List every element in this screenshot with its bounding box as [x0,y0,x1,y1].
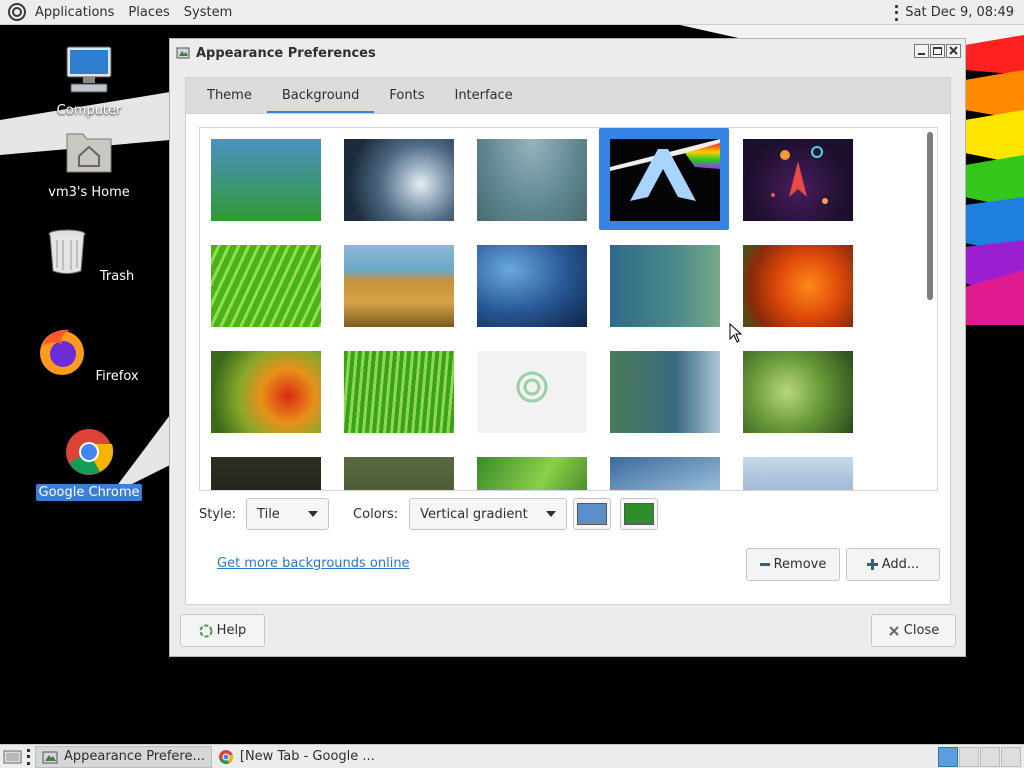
wallpaper-thumbnail[interactable] [344,245,454,327]
desktop-icon-label: Trash [99,269,135,284]
help-icon [199,624,213,637]
top-panel: Applications Places System Sat Dec 9, 08… [0,0,1024,25]
show-desktop-icon[interactable] [3,748,23,766]
wallpaper-thumbnail[interactable] [344,139,454,221]
secondary-color-swatch [624,503,655,525]
desktop-icon-firefox[interactable]: Firefox [34,326,144,385]
style-value: Tile [257,506,280,522]
desktop-icon-google-chrome[interactable]: Google Chrome [34,426,144,501]
wallpaper-thumbnail[interactable] [211,139,321,221]
wallpaper-thumbnail[interactable] [610,351,720,433]
minus-icon [759,563,770,566]
close-label: Close [903,623,940,638]
chrome-icon [66,429,114,475]
colors-value: Vertical gradient [420,506,528,522]
appearance-preferences-dialog: Appearance Preferences Theme Background … [169,38,966,657]
appearance-icon [42,751,58,763]
primary-color-swatch [577,503,608,525]
wallpaper-thumbnail[interactable] [610,457,720,490]
wallpaper-thumbnail[interactable] [211,457,321,490]
workspace-3[interactable] [980,747,1000,767]
desktop-icon-label: Google Chrome [35,484,143,501]
workspace-4[interactable] [1001,747,1021,767]
mouse-cursor-icon [729,323,743,343]
distro-logo-icon[interactable] [8,3,26,21]
close-button[interactable]: Close [871,614,956,647]
dialog-title: Appearance Preferences [196,45,376,61]
wallpaper-thumbnail[interactable] [477,351,587,433]
get-more-backgrounds-link[interactable]: Get more backgrounds online [217,556,410,571]
primary-color-button[interactable] [573,498,612,530]
remove-button[interactable]: Remove [746,548,840,581]
desktop-icon-home[interactable]: vm3's Home [34,126,144,201]
style-dropdown[interactable]: Tile [246,498,330,530]
plus-icon [866,559,878,570]
background-page: Style: Tile Colors: Vertical gradient Ge… [185,113,951,605]
home-folder-icon [66,133,112,173]
desktop-icon-label: Firefox [95,369,139,384]
colors-dropdown[interactable]: Vertical gradient [409,498,568,530]
chevron-down-icon [546,511,557,517]
chevron-down-icon [308,511,319,517]
system-menu[interactable]: System [177,0,239,25]
wallpaper-thumbnail[interactable] [477,457,587,490]
appearance-icon [176,47,190,59]
taskbar-item-chrome[interactable]: [New Tab - Google ... [212,746,381,768]
wallpaper-thumbnail[interactable] [211,245,321,327]
help-button[interactable]: Help [180,614,265,647]
gallery-scrollbar[interactable] [927,132,933,300]
wallpaper-gallery[interactable] [199,127,938,491]
wallpaper-thumbnail[interactable] [477,245,587,327]
style-color-controls: Style: Tile Colors: Vertical gradient [199,497,659,531]
tab-fonts[interactable]: Fonts [374,78,439,114]
wallpaper-thumbnail[interactable] [211,351,321,433]
maximize-button[interactable] [930,44,945,58]
task-label: [New Tab - Google ... [239,749,375,764]
close-icon [889,625,899,636]
window-close-button[interactable] [946,44,961,58]
wallpaper-thumbnail[interactable] [610,139,720,221]
firefox-icon [40,329,85,375]
clock[interactable]: Sat Dec 9, 08:49 [899,5,1024,20]
preferences-notebook: Theme Background Fonts Interface Style: … [185,77,951,605]
style-label: Style: [199,506,237,522]
desktop-icon-label: vm3's Home [48,185,130,200]
applications-menu[interactable]: Applications [28,0,121,25]
help-label: Help [216,623,247,638]
computer-icon [66,46,112,93]
bottom-taskbar: Appearance Prefere... [New Tab - Google … [0,744,1024,768]
tab-interface[interactable]: Interface [439,78,527,114]
tab-bar: Theme Background Fonts Interface [185,77,951,114]
wallpaper-thumbnail[interactable] [344,351,454,433]
trash-icon [48,229,86,274]
remove-label: Remove [773,557,827,572]
workspace-2[interactable] [959,747,979,767]
wallpaper-thumbnail[interactable] [743,245,853,327]
taskbar-handle-icon[interactable] [27,748,31,765]
chrome-icon [218,749,234,764]
wallpaper-thumbnail[interactable] [743,457,853,490]
tab-background[interactable]: Background [266,78,375,114]
colors-label: Colors: [353,506,399,522]
dialog-titlebar[interactable]: Appearance Preferences [170,39,965,67]
minimize-button[interactable] [914,44,929,58]
task-label: Appearance Prefere... [64,749,205,764]
desktop-icon-computer[interactable]: Computer [34,44,144,119]
taskbar-item-appearance[interactable]: Appearance Prefere... [35,745,212,768]
wallpaper-thumbnail[interactable] [344,457,454,490]
places-menu[interactable]: Places [121,0,176,25]
tab-theme[interactable]: Theme [192,78,267,114]
add-button[interactable]: Add... [846,548,940,581]
add-label: Add... [881,557,920,572]
wallpaper-thumbnail[interactable] [743,139,853,221]
secondary-color-button[interactable] [620,498,659,530]
workspace-1[interactable] [938,747,958,767]
wallpaper-thumbnail[interactable] [477,139,587,221]
wallpaper-thumbnail[interactable] [610,245,720,327]
wallpaper-thumbnail[interactable] [743,351,853,433]
desktop-icon-label: Computer [56,103,122,118]
desktop-icon-trash[interactable]: Trash [34,226,144,285]
